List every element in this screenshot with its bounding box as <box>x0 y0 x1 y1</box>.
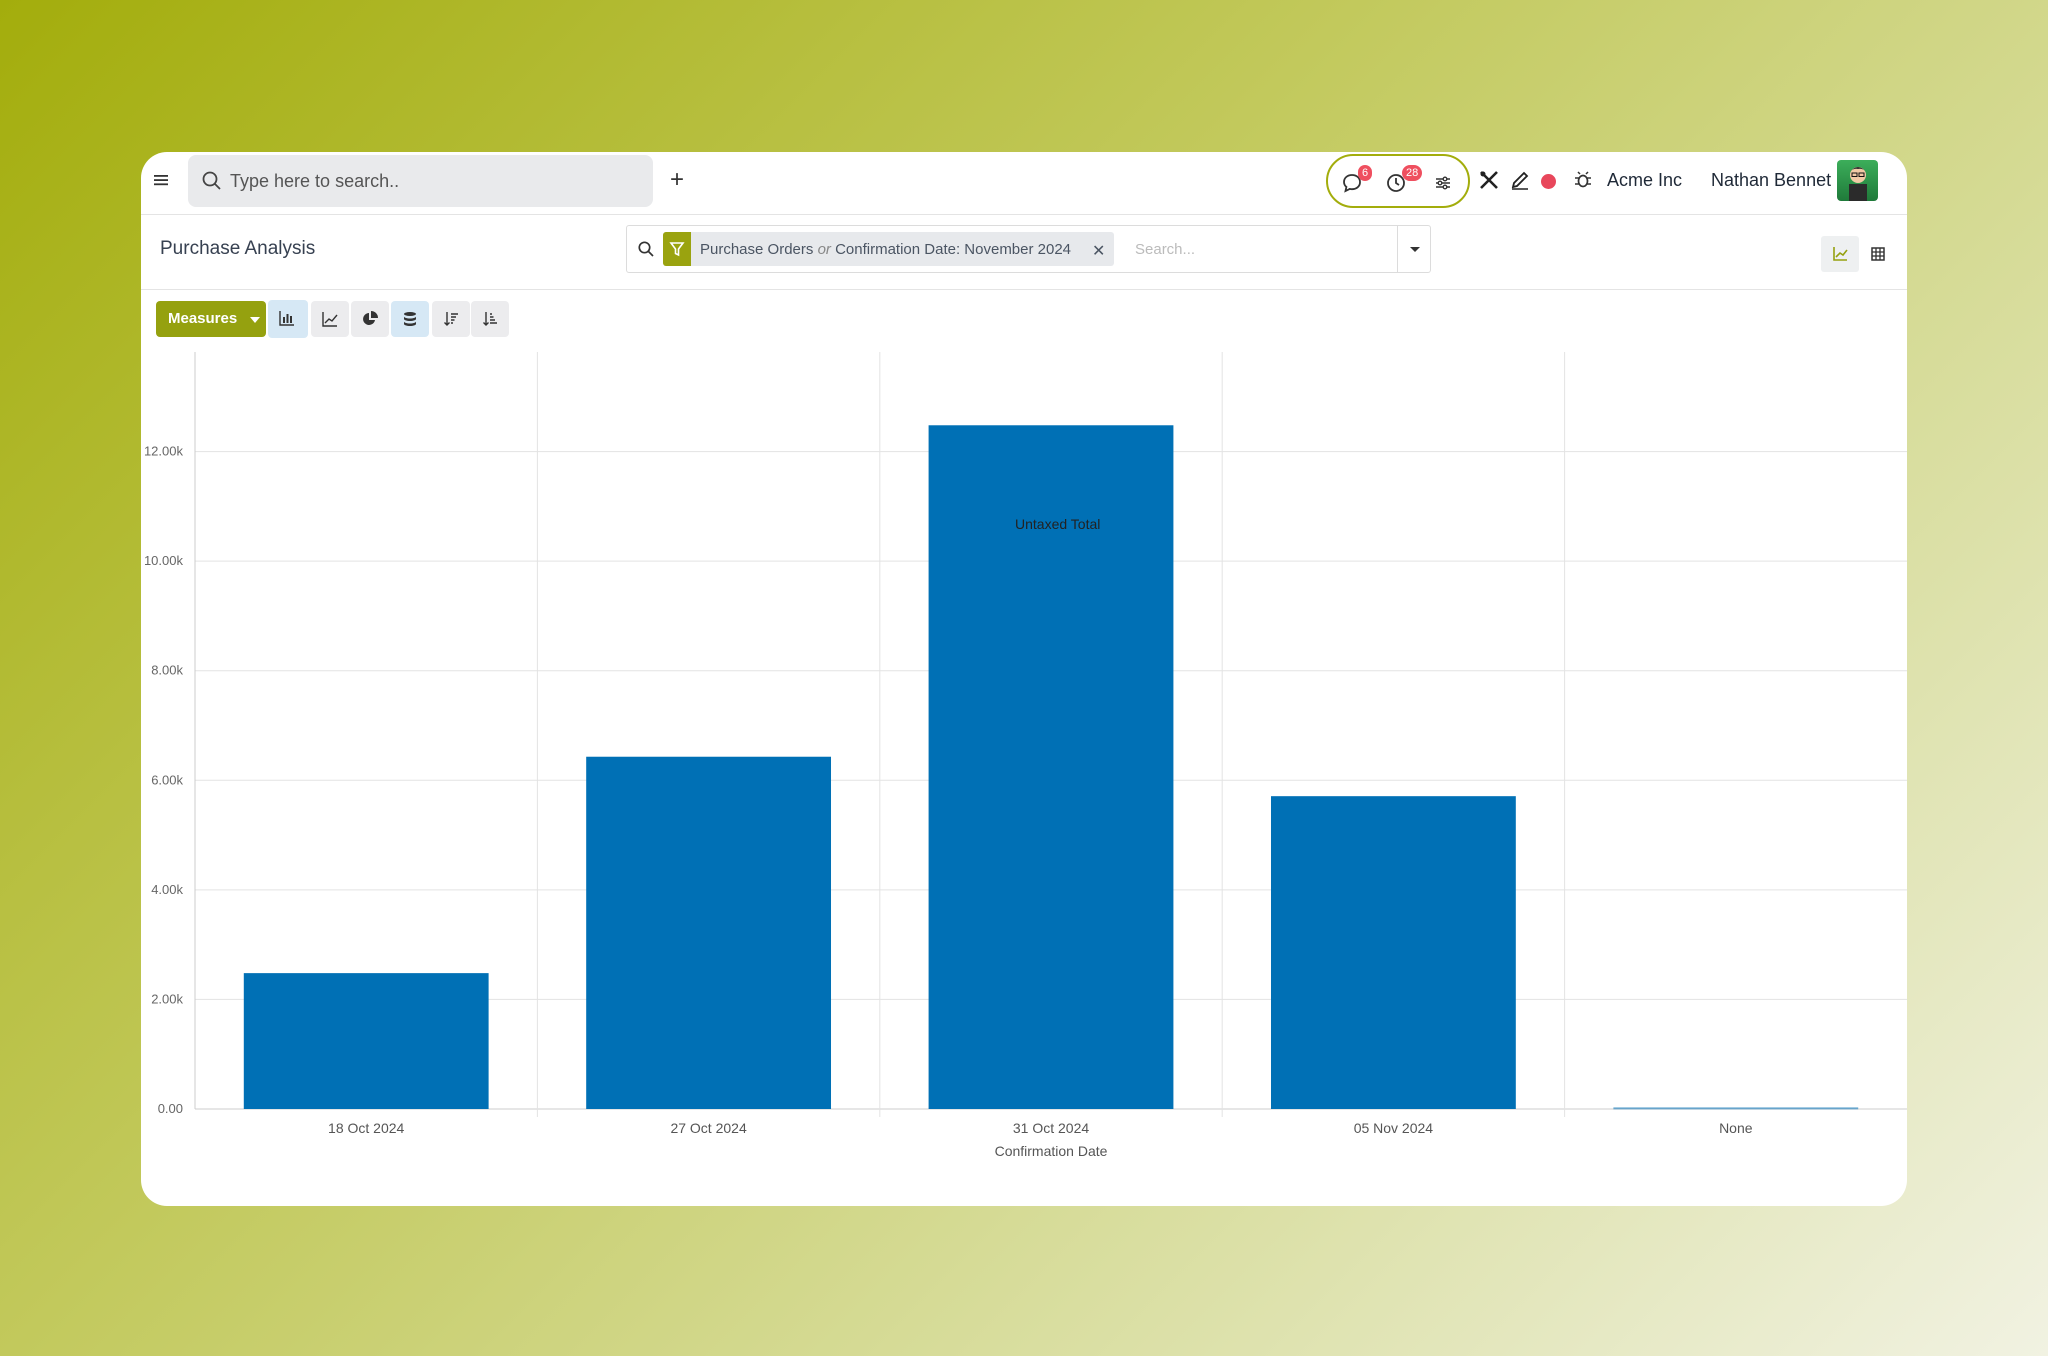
x-tick-label: 18 Oct 2024 <box>328 1120 404 1136</box>
sort-ascending-icon <box>483 312 497 326</box>
y-tick-label: 8.00k <box>151 663 183 678</box>
graph-view-button[interactable] <box>1821 236 1859 272</box>
search-icon <box>638 241 654 257</box>
filter-facet: Purchase Orders or Confirmation Date: No… <box>663 232 1114 266</box>
caret-down-icon <box>1410 247 1420 252</box>
chart-canvas: 0.002.00k4.00k6.00k8.00k10.00k12.00k14.0… <box>144 352 1907 1159</box>
filter-funnel-icon <box>663 232 691 266</box>
tools-icon[interactable] <box>1477 168 1501 192</box>
x-tick-label: 27 Oct 2024 <box>670 1120 746 1136</box>
x-axis-label: Confirmation Date <box>995 1143 1108 1159</box>
legend-swatch <box>961 516 1009 532</box>
search-placeholder: Type here to search.. <box>230 171 400 191</box>
edit-pencil-icon[interactable] <box>1508 168 1532 192</box>
bar <box>1270 796 1516 1109</box>
bar-chart: 0.002.00k4.00k6.00k8.00k10.00k12.00k14.0… <box>141 352 1907 1206</box>
database-stack-icon <box>404 312 416 326</box>
systray-group: 6 28 <box>1326 154 1470 208</box>
pie-chart-icon <box>363 311 378 325</box>
user-avatar[interactable] <box>1837 160 1878 201</box>
company-switcher[interactable]: Acme Inc <box>1607 170 1682 191</box>
caret-down-icon <box>250 317 260 323</box>
status-dot <box>1541 174 1556 189</box>
global-search-input[interactable]: Type here to search.. <box>188 155 653 207</box>
bar <box>1613 1107 1859 1110</box>
control-panel: Purchase Analysis Purchase Orders or Con… <box>141 215 1907 290</box>
line-chart-button[interactable] <box>311 301 349 337</box>
bar <box>243 973 489 1109</box>
app-window: Type here to search.. + 6 28 Acme Inc Na… <box>141 152 1907 1206</box>
facet-label: Purchase Orders or Confirmation Date: No… <box>700 241 1072 258</box>
stacked-button[interactable] <box>391 301 429 337</box>
search-input-placeholder[interactable]: Search... <box>1135 241 1195 258</box>
x-tick-label: 31 Oct 2024 <box>1013 1120 1089 1136</box>
line-chart-icon <box>322 312 338 327</box>
sort-descending-button[interactable] <box>432 301 470 337</box>
sort-descending-icon <box>444 312 458 326</box>
debug-bug-icon[interactable] <box>1571 168 1595 192</box>
messages-badge: 6 <box>1358 165 1373 181</box>
hamburger-menu-icon[interactable] <box>153 172 169 188</box>
pie-chart-button[interactable] <box>351 301 389 337</box>
search-filter-bar[interactable]: Purchase Orders or Confirmation Date: No… <box>626 225 1431 273</box>
page-title[interactable]: Purchase Analysis <box>160 238 315 260</box>
y-tick-label: 12.00k <box>144 444 184 459</box>
bar-chart-icon <box>279 311 294 326</box>
y-tick-label: 4.00k <box>151 882 183 897</box>
legend-label: Untaxed Total <box>1015 516 1100 532</box>
avatar-image <box>1849 167 1867 201</box>
measures-dropdown-button[interactable]: Measures <box>156 301 266 337</box>
top-navbar: Type here to search.. + 6 28 Acme Inc Na… <box>141 152 1907 215</box>
y-tick-label: 2.00k <box>151 991 183 1006</box>
x-tick-label: None <box>1719 1120 1753 1136</box>
line-chart-icon <box>1833 247 1848 261</box>
user-menu-name[interactable]: Nathan Bennet <box>1711 170 1831 191</box>
new-tab-button[interactable]: + <box>665 166 689 194</box>
y-tick-label: 10.00k <box>144 553 184 568</box>
sort-ascending-button[interactable] <box>471 301 509 337</box>
remove-facet-icon[interactable]: ✕ <box>1092 241 1105 261</box>
search-icon <box>202 171 221 190</box>
y-tick-label: 6.00k <box>151 772 183 787</box>
bar-chart-button[interactable] <box>268 300 308 338</box>
activities-badge: 28 <box>1402 165 1423 181</box>
filter-dropdown-toggle[interactable] <box>1397 226 1431 272</box>
table-grid-icon <box>1871 247 1885 261</box>
settings-sliders-icon[interactable] <box>1431 171 1455 195</box>
pivot-view-button[interactable] <box>1859 236 1897 272</box>
bar <box>586 756 832 1109</box>
x-tick-label: 05 Nov 2024 <box>1354 1120 1434 1136</box>
y-tick-label: 0.00 <box>158 1101 183 1116</box>
